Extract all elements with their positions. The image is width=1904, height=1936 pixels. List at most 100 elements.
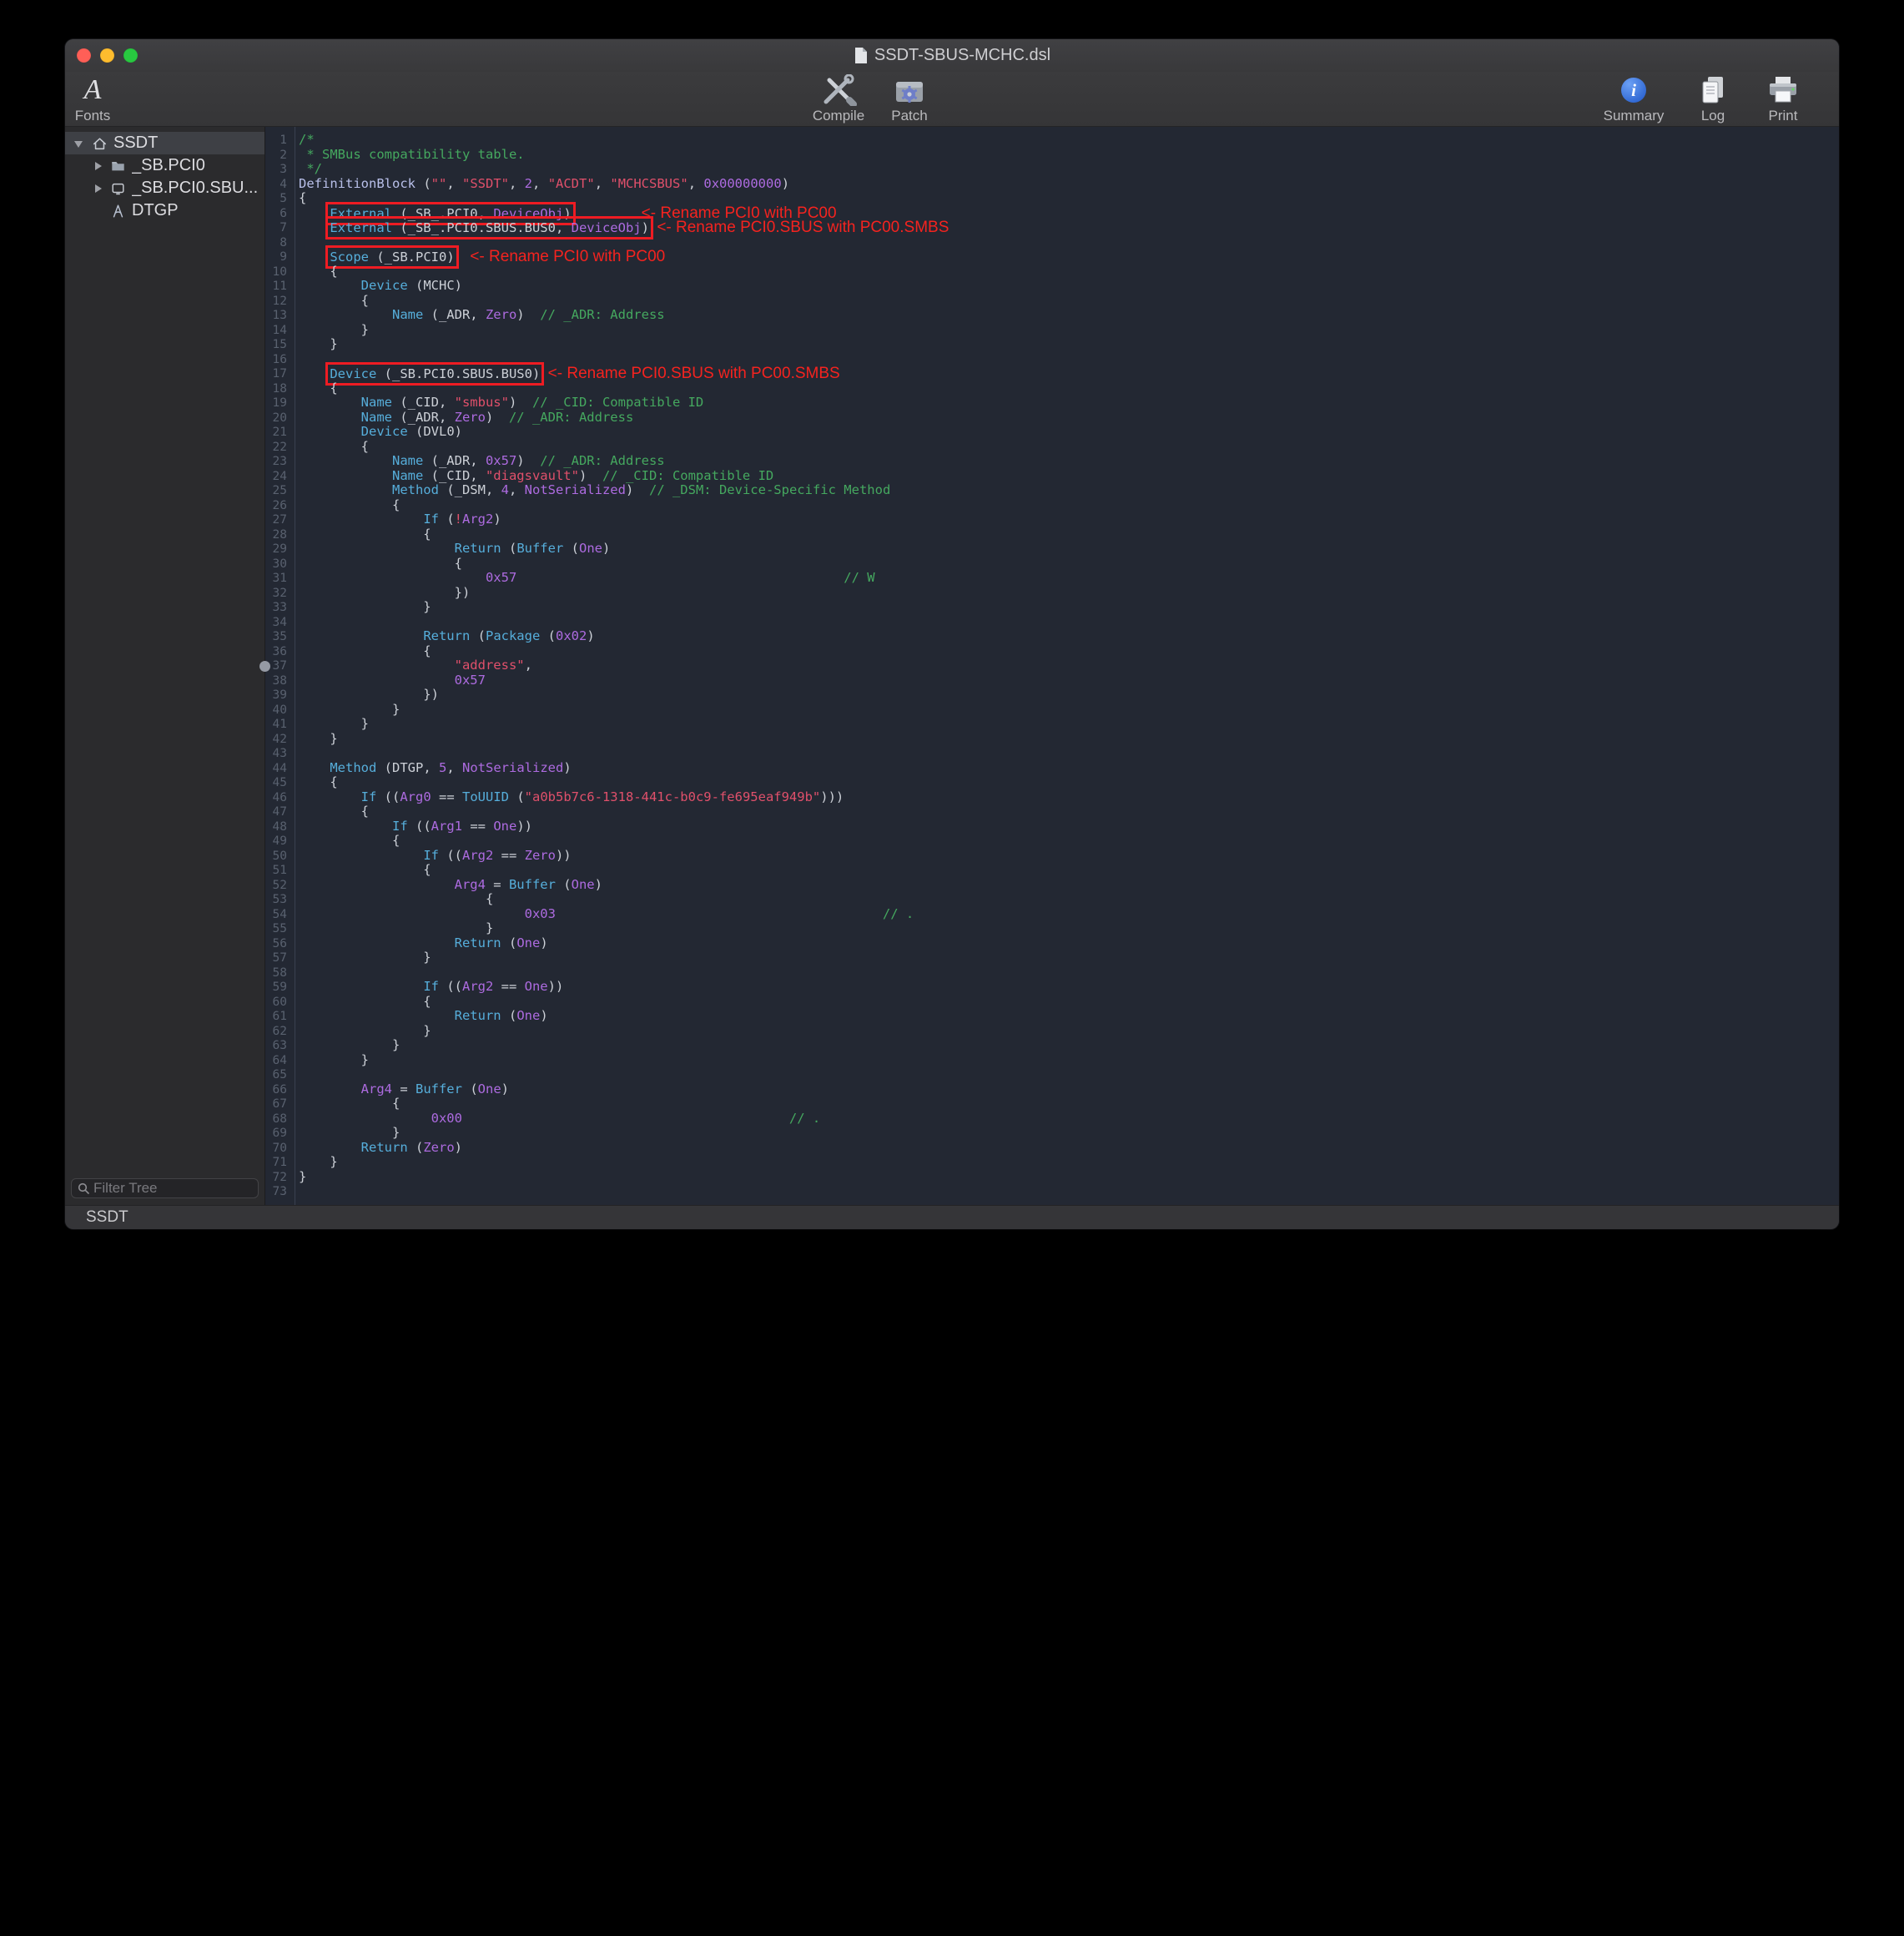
line-number: 64 bbox=[265, 1054, 287, 1069]
code-line[interactable]: 66 Arg4 = Buffer (One) bbox=[265, 1082, 1839, 1097]
code-line[interactable]: 40 } bbox=[265, 703, 1839, 718]
code-line[interactable]: 24 Name (_CID, "diagsvault") // _CID: Co… bbox=[265, 469, 1839, 484]
code-line[interactable]: 67 { bbox=[265, 1097, 1839, 1112]
disclosure-triangle[interactable] bbox=[92, 160, 103, 172]
code-line[interactable]: 15 } bbox=[265, 337, 1839, 352]
code-line[interactable]: 44 Method (DTGP, 5, NotSerialized) bbox=[265, 761, 1839, 776]
code-line[interactable]: 55 } bbox=[265, 921, 1839, 936]
code-line[interactable]: 47 { bbox=[265, 804, 1839, 819]
code-line[interactable]: 30 { bbox=[265, 557, 1839, 572]
code-line[interactable]: 26 { bbox=[265, 498, 1839, 513]
code-line[interactable]: 18 { bbox=[265, 381, 1839, 396]
code-token bbox=[649, 220, 657, 235]
code-token: = bbox=[392, 1081, 416, 1097]
summary-button[interactable]: i Summary bbox=[1596, 73, 1671, 125]
code-line[interactable]: 62 } bbox=[265, 1024, 1839, 1039]
code-line[interactable]: 43 bbox=[265, 746, 1839, 761]
code-line[interactable]: 34 bbox=[265, 615, 1839, 630]
code-line[interactable]: 52 Arg4 = Buffer (One) bbox=[265, 878, 1839, 893]
code-token: "ACDT" bbox=[548, 176, 595, 191]
line-number: 14 bbox=[265, 324, 287, 339]
line-number: 12 bbox=[265, 295, 287, 310]
filter-field[interactable] bbox=[71, 1178, 259, 1198]
code-line[interactable]: 31 0x57 // W bbox=[265, 571, 1839, 586]
code-line[interactable]: 38 0x57 bbox=[265, 673, 1839, 688]
filter-tree-input[interactable] bbox=[93, 1180, 252, 1197]
code-line[interactable]: 50 If ((Arg2 == Zero)) bbox=[265, 849, 1839, 864]
code-line[interactable]: 20 Name (_ADR, Zero) // _ADR: Address bbox=[265, 411, 1839, 426]
code-line[interactable]: 48 If ((Arg1 == One)) bbox=[265, 819, 1839, 834]
code-line[interactable]: 28 { bbox=[265, 527, 1839, 542]
code-line[interactable]: 60 { bbox=[265, 995, 1839, 1010]
code-line[interactable]: 41 } bbox=[265, 717, 1839, 732]
code-line[interactable]: 21 Device (DVL0) bbox=[265, 425, 1839, 440]
code-text: 0x03 // . bbox=[299, 907, 914, 922]
code-line[interactable]: 58 bbox=[265, 965, 1839, 981]
code-line[interactable]: 7 External (_SB_.PCI0.SBUS.BUS0, DeviceO… bbox=[265, 220, 1839, 235]
disclosure-triangle[interactable] bbox=[92, 183, 103, 194]
disclosure-triangle[interactable] bbox=[73, 138, 85, 149]
code-token: Name bbox=[361, 410, 392, 425]
code-line[interactable]: 56 Return (One) bbox=[265, 936, 1839, 951]
code-line[interactable]: 45 { bbox=[265, 775, 1839, 790]
code-line[interactable]: 11 Device (MCHC) bbox=[265, 279, 1839, 294]
code-line[interactable]: 72} bbox=[265, 1170, 1839, 1185]
code-line[interactable]: 65 bbox=[265, 1067, 1839, 1082]
code-token: Return bbox=[455, 1008, 501, 1023]
code-line[interactable]: 9 Scope (_SB.PCI0) <- Rename PCI0 with P… bbox=[265, 250, 1839, 265]
titlebar[interactable]: SSDT-SBUS-MCHC.dsl bbox=[65, 39, 1839, 72]
code-text: Name (_CID, "diagsvault") // _CID: Compa… bbox=[299, 469, 773, 484]
code-line[interactable]: 27 If (!Arg2) bbox=[265, 512, 1839, 527]
patch-button[interactable]: Patch bbox=[872, 73, 947, 125]
code-line[interactable]: 63 } bbox=[265, 1038, 1839, 1053]
sidebar-item-sb-pci0[interactable]: _SB.PCI0 bbox=[65, 154, 264, 177]
sidebar-item-sb-pci0-sbu[interactable]: _SB.PCI0.SBU... bbox=[65, 177, 264, 199]
print-button[interactable]: Print bbox=[1745, 73, 1821, 125]
code-line[interactable]: 46 If ((Arg0 == ToUUID ("a0b5b7c6-1318-4… bbox=[265, 790, 1839, 805]
code-line[interactable]: 17 Device (_SB.PCI0.SBUS.BUS0) <- Rename… bbox=[265, 366, 1839, 381]
code-line[interactable]: 19 Name (_CID, "smbus") // _CID: Compati… bbox=[265, 396, 1839, 411]
code-line[interactable]: 4DefinitionBlock ("", "SSDT", 2, "ACDT",… bbox=[265, 177, 1839, 192]
sidebar-item-ssdt[interactable]: SSDT bbox=[65, 132, 264, 154]
code-line[interactable]: 69 } bbox=[265, 1126, 1839, 1141]
code-line[interactable]: 70 Return (Zero) bbox=[265, 1141, 1839, 1156]
code-line[interactable]: 73 bbox=[265, 1184, 1839, 1199]
code-line[interactable]: 36 { bbox=[265, 644, 1839, 659]
code-line[interactable]: 22 { bbox=[265, 440, 1839, 455]
code-line[interactable]: 68 0x00 // . bbox=[265, 1112, 1839, 1127]
code-line[interactable]: 23 Name (_ADR, 0x57) // _ADR: Address bbox=[265, 454, 1839, 469]
code-line[interactable]: 57 } bbox=[265, 950, 1839, 965]
code-line[interactable]: 49 { bbox=[265, 834, 1839, 849]
code-line[interactable]: 6 External (_SB_.PCI0, DeviceObj) <- Ren… bbox=[265, 206, 1839, 221]
code-line[interactable]: 10 { bbox=[265, 265, 1839, 280]
editor[interactable]: 1/*2 * SMBus compatibility table.3 */4De… bbox=[265, 127, 1839, 1205]
code-line[interactable]: 37 "address", bbox=[265, 658, 1839, 673]
code-line[interactable]: 42 } bbox=[265, 732, 1839, 747]
code-text: } bbox=[299, 950, 431, 965]
code-line[interactable]: 16 bbox=[265, 352, 1839, 367]
code-line[interactable]: 1/* bbox=[265, 133, 1839, 148]
code-line[interactable]: 3 */ bbox=[265, 162, 1839, 177]
log-button[interactable]: Log bbox=[1675, 73, 1750, 125]
code-line[interactable]: 33 } bbox=[265, 600, 1839, 615]
compile-button[interactable]: Compile bbox=[801, 73, 876, 125]
code-line[interactable]: 32 }) bbox=[265, 586, 1839, 601]
code-line[interactable]: 12 { bbox=[265, 294, 1839, 309]
code-line[interactable]: 71 } bbox=[265, 1155, 1839, 1170]
code-line[interactable]: 53 { bbox=[265, 892, 1839, 907]
code-line[interactable]: 39 }) bbox=[265, 688, 1839, 703]
code-line[interactable]: 29 Return (Buffer (One) bbox=[265, 542, 1839, 557]
code-line[interactable]: 2 * SMBus compatibility table. bbox=[265, 148, 1839, 163]
code-line[interactable]: 35 Return (Package (0x02) bbox=[265, 629, 1839, 644]
code-line[interactable]: 59 If ((Arg2 == One)) bbox=[265, 980, 1839, 995]
sidebar-item-dtgp[interactable]: DTGP bbox=[65, 199, 264, 222]
code-line[interactable]: 5{ bbox=[265, 191, 1839, 206]
code-line[interactable]: 14 } bbox=[265, 323, 1839, 338]
code-line[interactable]: 54 0x03 // . bbox=[265, 907, 1839, 922]
fonts-button[interactable]: A Fonts bbox=[67, 73, 118, 125]
code-line[interactable]: 64 } bbox=[265, 1053, 1839, 1068]
code-line[interactable]: 51 { bbox=[265, 863, 1839, 878]
code-line[interactable]: 13 Name (_ADR, Zero) // _ADR: Address bbox=[265, 308, 1839, 323]
code-line[interactable]: 25 Method (_DSM, 4, NotSerialized) // _D… bbox=[265, 483, 1839, 498]
code-line[interactable]: 61 Return (One) bbox=[265, 1009, 1839, 1024]
